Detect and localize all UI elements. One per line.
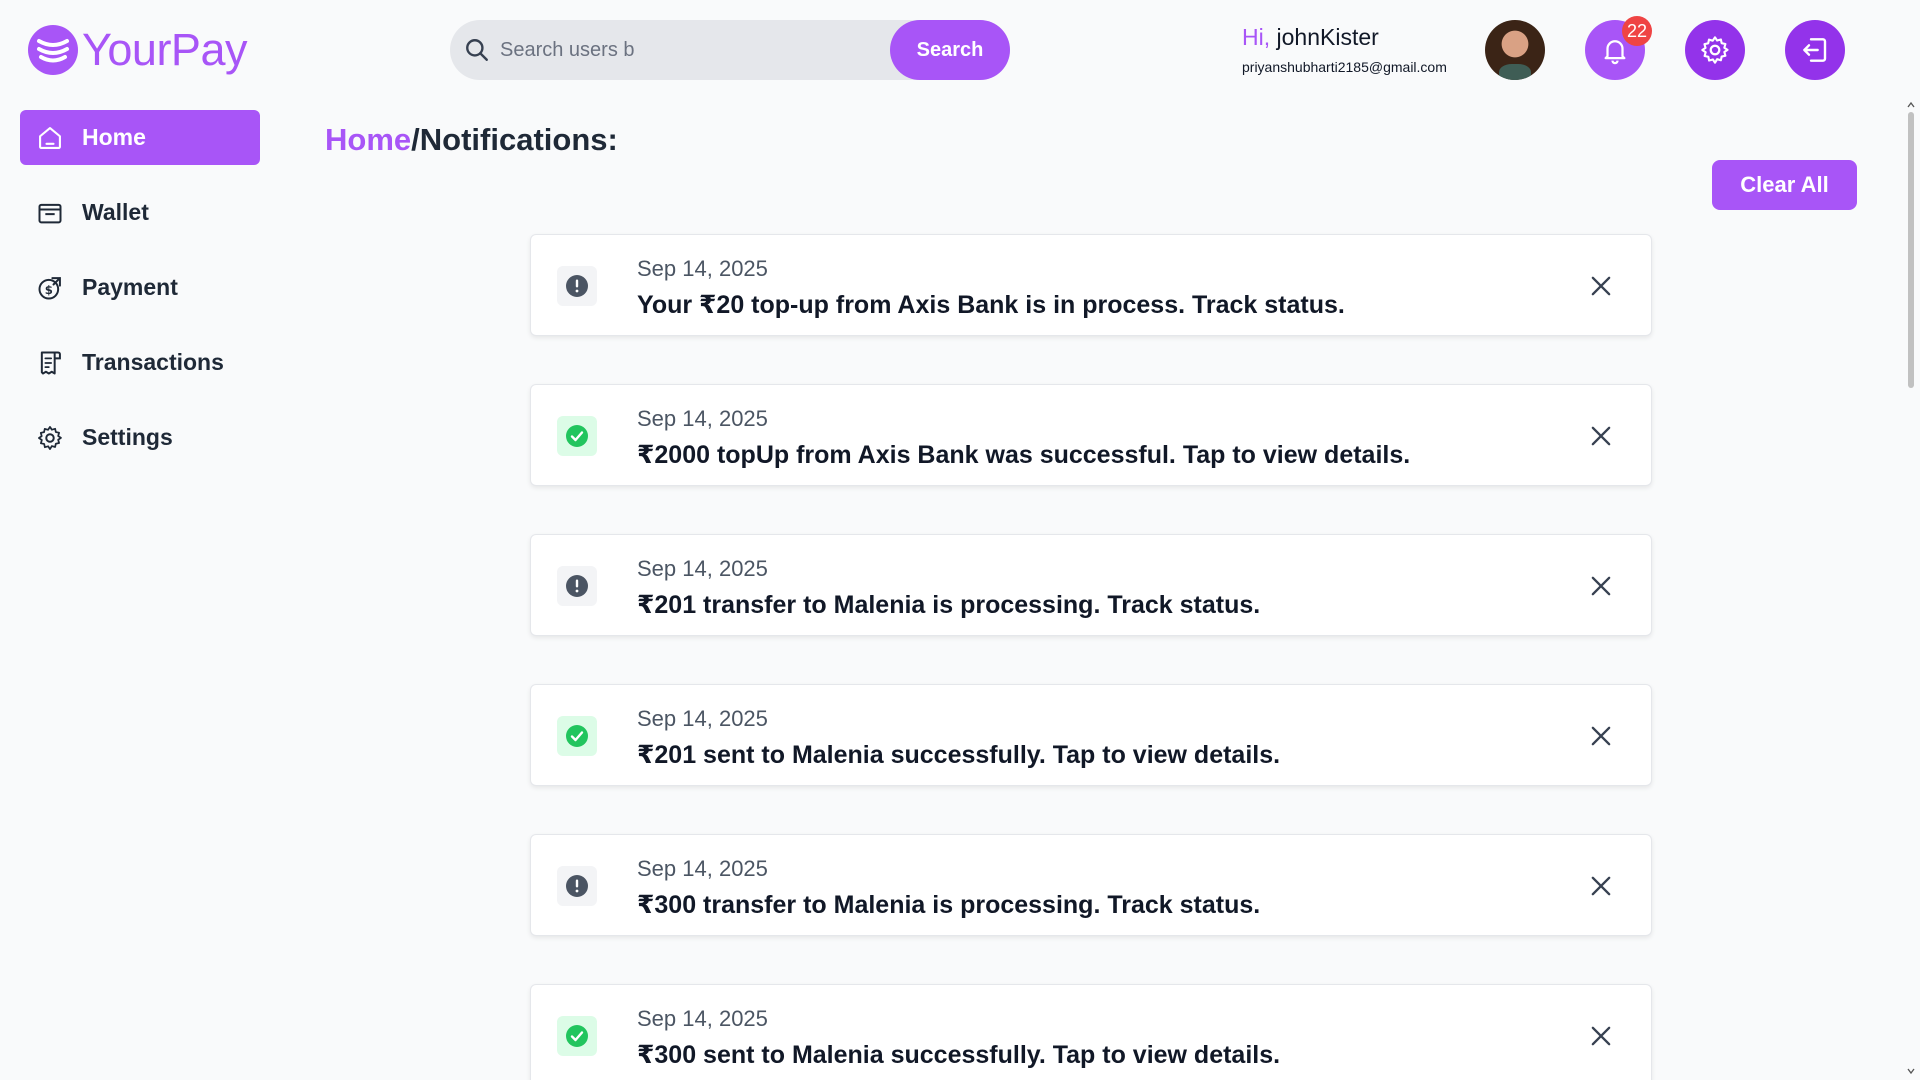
svg-text:$: $: [45, 282, 53, 296]
gear-icon: [36, 424, 64, 452]
notification-message: ₹201 transfer to Malenia is processing. …: [637, 591, 1261, 619]
logo-icon: [28, 25, 78, 75]
sidebar-item-payment[interactable]: $ Payment: [20, 260, 260, 315]
notification-card[interactable]: Sep 14, 2025 ₹2000 topUp from Axis Bank …: [530, 384, 1652, 486]
receipt-icon: [36, 349, 64, 377]
sidebar-item-label: Home: [82, 124, 146, 150]
user-greeting: Hi, johnKister: [1242, 24, 1447, 51]
search-icon: [466, 39, 488, 61]
dismiss-button[interactable]: [1587, 422, 1615, 450]
notification-message: ₹300 sent to Malenia successfully. Tap t…: [637, 1041, 1281, 1069]
username: johnKister: [1276, 24, 1379, 50]
notification-message: Your ₹20 top-up from Axis Bank is in pro…: [637, 291, 1345, 319]
page-title: Notifications:: [419, 122, 618, 157]
user-email: priyanshubharti2185@gmail.com: [1242, 59, 1447, 75]
status-indicator: [557, 416, 597, 456]
home-icon: [36, 124, 64, 152]
close-icon: [1591, 426, 1611, 446]
check-circle-icon: [566, 425, 588, 447]
check-circle-icon: [566, 725, 588, 747]
close-icon: [1591, 876, 1611, 896]
close-icon: [1591, 726, 1611, 746]
dismiss-button[interactable]: [1587, 722, 1615, 750]
alert-icon: [566, 875, 588, 897]
search-button[interactable]: Search: [890, 20, 1010, 80]
notification-date: Sep 14, 2025: [637, 556, 768, 581]
notification-message: ₹201 sent to Malenia successfully. Tap t…: [637, 741, 1281, 769]
notification-card[interactable]: Sep 14, 2025 Your ₹20 top-up from Axis B…: [530, 234, 1652, 336]
sidebar-item-wallet[interactable]: Wallet: [20, 185, 260, 240]
scrollbar-thumb[interactable]: [1908, 112, 1914, 388]
app-name: YourPay: [82, 24, 247, 75]
notification-date: Sep 14, 2025: [637, 406, 768, 431]
sidebar: Home Wallet $ Payment Transactions Setti…: [20, 110, 260, 485]
scroll-up-arrow-icon[interactable]: [1906, 100, 1916, 110]
notification-list: Sep 14, 2025 Your ₹20 top-up from Axis B…: [530, 234, 1652, 1080]
status-indicator: [557, 266, 597, 306]
settings-button[interactable]: [1685, 20, 1745, 80]
gear-icon: [1701, 36, 1729, 64]
status-indicator: [557, 566, 597, 606]
close-icon: [1591, 576, 1611, 596]
status-indicator: [557, 716, 597, 756]
breadcrumb: Home/Notifications:: [325, 122, 618, 158]
sidebar-item-home[interactable]: Home: [20, 110, 260, 165]
app-logo[interactable]: YourPay: [28, 24, 247, 76]
status-indicator: [557, 1016, 597, 1056]
avatar[interactable]: [1485, 20, 1545, 80]
greeting-text: Hi,: [1242, 24, 1271, 50]
dismiss-button[interactable]: [1587, 272, 1615, 300]
sidebar-item-transactions[interactable]: Transactions: [20, 335, 260, 390]
notification-card[interactable]: Sep 14, 2025 ₹201 sent to Malenia succes…: [530, 684, 1652, 786]
user-info: Hi, johnKister priyanshubharti2185@gmail…: [1242, 24, 1447, 75]
notification-message: ₹2000 topUp from Axis Bank was successfu…: [637, 441, 1411, 469]
breadcrumb-home-link[interactable]: Home: [325, 122, 411, 157]
dismiss-button[interactable]: [1587, 1022, 1615, 1050]
sidebar-item-label: Payment: [82, 274, 178, 300]
sidebar-item-label: Settings: [82, 424, 173, 450]
notification-date: Sep 14, 2025: [637, 256, 768, 281]
search-input[interactable]: [500, 20, 880, 80]
close-icon: [1591, 1026, 1611, 1046]
notification-count-badge: 22: [1622, 16, 1652, 46]
alert-icon: [566, 575, 588, 597]
notification-card[interactable]: Sep 14, 2025 ₹300 sent to Malenia succes…: [530, 984, 1652, 1080]
payment-icon: $: [36, 274, 64, 302]
notification-date: Sep 14, 2025: [637, 706, 768, 731]
logout-button[interactable]: [1785, 20, 1845, 80]
notification-message: ₹300 transfer to Malenia is processing. …: [637, 891, 1261, 919]
notification-card[interactable]: Sep 14, 2025 ₹300 transfer to Malenia is…: [530, 834, 1652, 936]
status-indicator: [557, 866, 597, 906]
breadcrumb-separator: /: [411, 122, 420, 157]
search-bar: Search: [450, 20, 1010, 80]
sidebar-item-label: Transactions: [82, 349, 224, 375]
scroll-down-arrow-icon[interactable]: [1906, 1066, 1916, 1076]
notification-date: Sep 14, 2025: [637, 856, 768, 881]
wallet-icon: [36, 199, 64, 227]
sidebar-item-settings[interactable]: Settings: [20, 410, 260, 465]
dismiss-button[interactable]: [1587, 872, 1615, 900]
alert-icon: [566, 275, 588, 297]
clear-all-button[interactable]: Clear All: [1712, 160, 1857, 210]
dismiss-button[interactable]: [1587, 572, 1615, 600]
notification-date: Sep 14, 2025: [637, 1006, 768, 1031]
sidebar-item-label: Wallet: [82, 199, 149, 225]
logout-icon: [1803, 38, 1827, 62]
close-icon: [1591, 276, 1611, 296]
vertical-scrollbar[interactable]: [1902, 100, 1920, 1080]
notification-card[interactable]: Sep 14, 2025 ₹201 transfer to Malenia is…: [530, 534, 1652, 636]
check-circle-icon: [566, 1025, 588, 1047]
